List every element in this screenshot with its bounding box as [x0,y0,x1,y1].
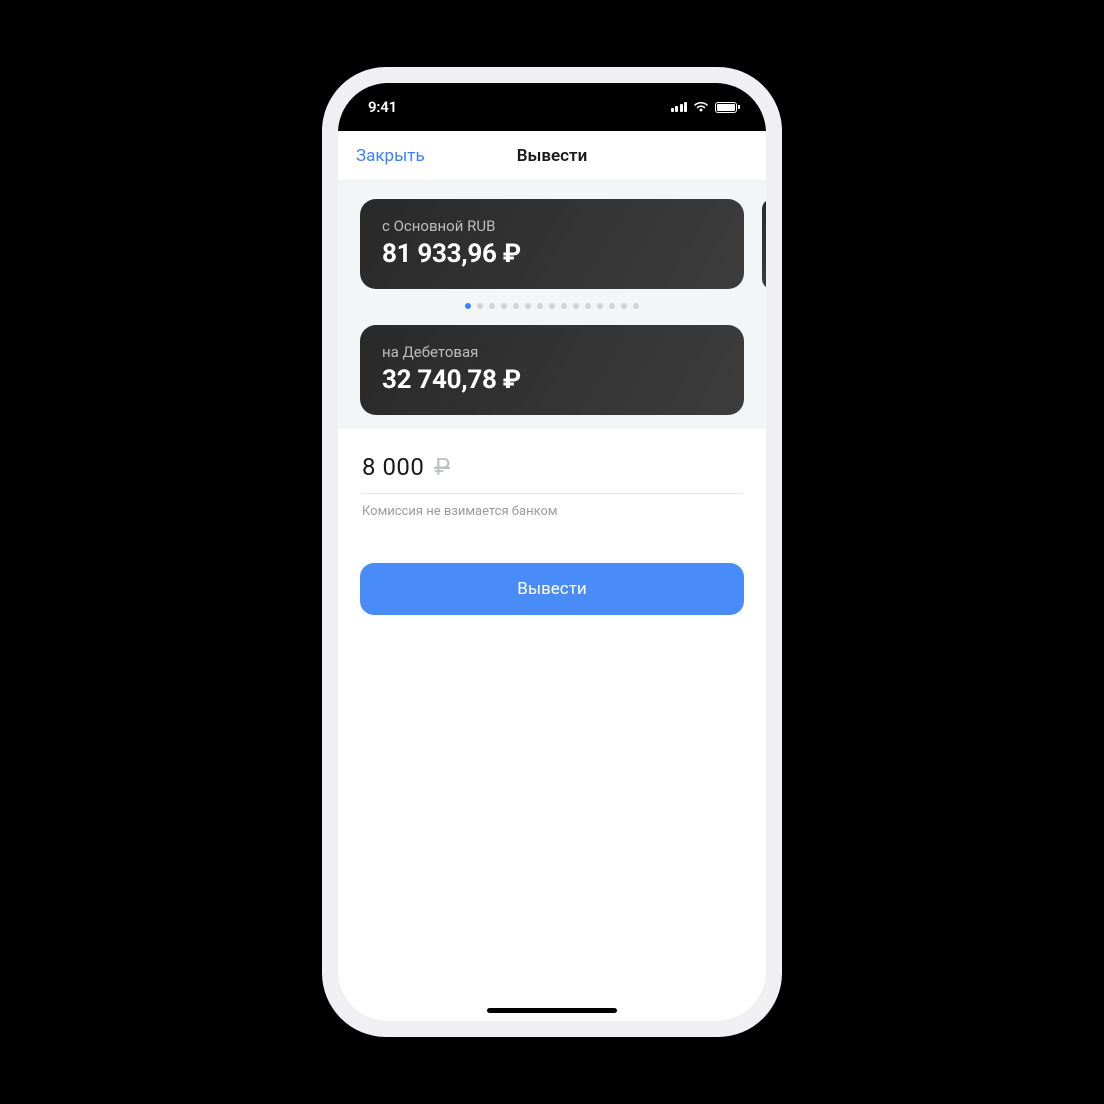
pagination-dot[interactable] [489,303,495,309]
cellular-signal-icon [671,102,688,112]
amount-section: 8 000 ₽ Комиссия не взимается банком [338,429,766,519]
close-button[interactable]: Закрыть [356,146,425,166]
pagination-dot[interactable] [537,303,543,309]
next-source-card-peek[interactable] [762,199,766,289]
source-account-card[interactable]: с Основной RUB 81 933,96 ₽ [360,199,744,289]
home-indicator[interactable] [487,1008,617,1013]
nav-bar: Закрыть Вывести [338,131,766,181]
destination-account-card[interactable]: на Дебетовая 32 740,78 ₽ [360,325,744,415]
pagination-dot[interactable] [525,303,531,309]
page-title: Вывести [517,146,588,166]
pagination-dot[interactable] [513,303,519,309]
source-card-carousel[interactable]: с Основной RUB 81 933,96 ₽ [338,199,766,289]
pagination-dot[interactable] [585,303,591,309]
battery-icon [715,102,740,113]
phone-screen: 9:41 Закрыть [338,83,766,1021]
pagination-dot[interactable] [549,303,555,309]
content: с Основной RUB 81 933,96 ₽ на Дебетовая … [338,181,766,1021]
source-account-label: с Основной RUB [382,217,722,235]
status-time: 9:41 [368,98,397,116]
pagination-dot[interactable] [561,303,567,309]
destination-card-carousel[interactable]: на Дебетовая 32 740,78 ₽ [338,325,766,415]
phone-notch [447,83,657,117]
destination-account-balance: 32 740,78 ₽ [382,365,722,395]
destination-account-label: на Дебетовая [382,343,722,361]
carousel-pagination [338,303,766,309]
status-icons [671,101,741,113]
pagination-dot[interactable] [477,303,483,309]
pagination-dot[interactable] [465,303,471,309]
amount-input[interactable]: 8 000 ₽ [362,453,742,494]
pagination-dot[interactable] [573,303,579,309]
pagination-dot[interactable] [621,303,627,309]
pagination-dot[interactable] [501,303,507,309]
wifi-icon [693,101,709,113]
pagination-dot[interactable] [609,303,615,309]
pagination-dot[interactable] [633,303,639,309]
ruble-currency-icon: ₽ [434,453,450,481]
withdraw-button[interactable]: Вывести [360,563,744,615]
amount-value: 8 000 [362,453,424,481]
source-account-balance: 81 933,96 ₽ [382,239,722,269]
account-cards-section: с Основной RUB 81 933,96 ₽ на Дебетовая … [338,181,766,429]
phone-frame: 9:41 Закрыть [322,67,782,1037]
pagination-dot[interactable] [597,303,603,309]
commission-note: Комиссия не взимается банком [362,504,742,519]
